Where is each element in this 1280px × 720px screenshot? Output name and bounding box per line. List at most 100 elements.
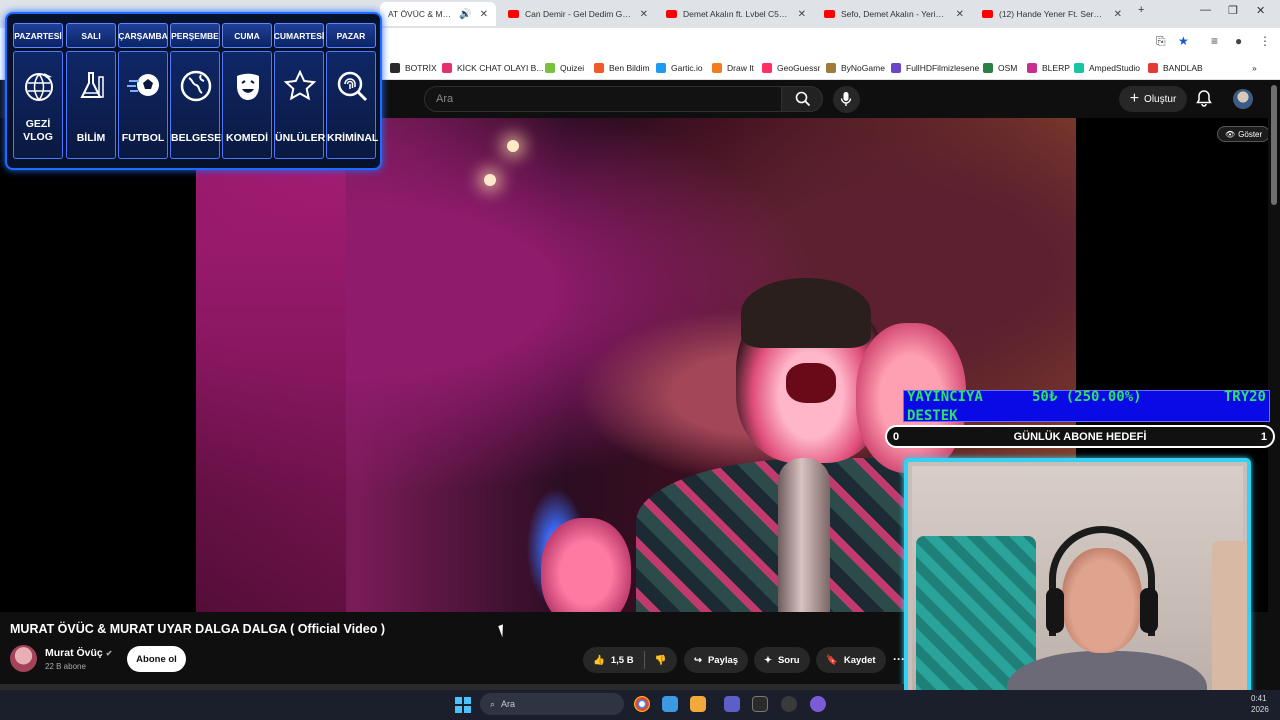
taskbar-clock[interactable]: 0:41 2026 xyxy=(1251,693,1269,715)
bookmark-star-icon[interactable]: ★ xyxy=(1178,34,1189,48)
file-explorer-icon[interactable] xyxy=(690,696,706,712)
subscriber-goal-bar: 0 GÜNLÜK ABONE HEDEFİ 1 xyxy=(885,425,1275,448)
tab-title: (12) Hande Yener Ft. Serdar Ort xyxy=(999,9,1106,19)
notifications-bell-icon[interactable] xyxy=(1196,89,1212,107)
more-bookmarks-icon[interactable]: » xyxy=(1252,61,1257,75)
more-actions-icon[interactable]: ··· xyxy=(893,652,905,666)
like-count[interactable]: 1,5 B xyxy=(611,655,634,666)
bookmark-bynogame[interactable]: ByNoGame xyxy=(826,61,885,75)
bookmark-botrix[interactable]: BOTRİX xyxy=(390,61,437,75)
bookmark-draw-it[interactable]: Draw It xyxy=(712,61,754,75)
app-icon[interactable] xyxy=(810,696,826,712)
subscribe-button[interactable]: Abone ol xyxy=(127,646,186,672)
sparkle-icon: ✦ xyxy=(764,654,772,666)
bookmark-fullhdfilm[interactable]: FullHDFilmizlesene xyxy=(891,61,979,75)
subscriber-count: 22 B abone xyxy=(45,662,86,671)
webcam-overlay xyxy=(904,458,1251,720)
media-control-icon[interactable]: ≡ xyxy=(1211,34,1218,48)
day-saturday: CUMARTESİ xyxy=(274,23,324,48)
day-friday: CUMA xyxy=(222,23,272,48)
mouse-cursor xyxy=(498,622,512,638)
account-avatar[interactable] xyxy=(1233,89,1253,109)
genre-comedy: KOMEDİ xyxy=(222,51,272,159)
fullhdfilm-icon xyxy=(891,63,901,73)
tab-can-demir[interactable]: Can Demir - Gel Dedim Geldin ✕ xyxy=(500,2,656,26)
channel-name[interactable]: Murat Övüç ✔ xyxy=(45,647,112,659)
headset-ear-cup xyxy=(1140,588,1158,633)
photos-icon[interactable] xyxy=(662,696,678,712)
windows-start-icon[interactable] xyxy=(455,697,471,713)
like-dislike-group: 👍 1,5 B 👎 xyxy=(583,647,677,673)
maximize-icon[interactable]: ❐ xyxy=(1228,4,1238,17)
tab-active[interactable]: AT ÖVÜC & MURAT U 🔊 ✕ xyxy=(380,2,496,26)
new-tab-icon[interactable]: + xyxy=(1138,4,1144,16)
search-button[interactable] xyxy=(781,86,823,112)
bynogame-icon xyxy=(826,63,836,73)
genre-label: GEZİ VLOG xyxy=(23,118,53,143)
ask-button[interactable]: ✦ Soru xyxy=(754,647,810,673)
bookmark-blerp[interactable]: BLERP xyxy=(1027,61,1070,75)
bookmark-osm[interactable]: OSM xyxy=(983,61,1017,75)
close-tab-icon[interactable]: ✕ xyxy=(480,9,488,20)
voice-search-button[interactable] xyxy=(833,86,860,113)
bookmark-bandlab[interactable]: BANDLAB xyxy=(1148,61,1203,75)
epic-games-icon[interactable] xyxy=(752,696,768,712)
taskbar-search[interactable]: ⌕ Ara xyxy=(480,693,624,715)
minimize-icon[interactable]: — xyxy=(1200,4,1211,16)
obs-icon[interactable] xyxy=(781,696,797,712)
close-window-icon[interactable]: ✕ xyxy=(1256,4,1265,17)
show-button[interactable]: 👁 Göster xyxy=(1217,126,1268,142)
quizei-icon xyxy=(545,63,555,73)
chrome-icon[interactable] xyxy=(634,696,650,712)
draw-it-icon xyxy=(712,63,722,73)
thumbs-up-icon[interactable]: 👍 xyxy=(593,655,605,666)
clock-date: 2026 xyxy=(1251,705,1269,714)
search-input[interactable]: Ara xyxy=(424,86,782,112)
tab-hande-yener[interactable]: (12) Hande Yener Ft. Serdar Ort ✕ xyxy=(974,2,1130,26)
bookmark-quizei[interactable]: Quizei xyxy=(545,61,584,75)
donation-label-line2: DESTEK xyxy=(907,408,958,424)
search-icon xyxy=(795,91,811,107)
fingerprint-magnifier-icon xyxy=(337,71,368,102)
bookmark-gartic[interactable]: Gartic.io xyxy=(656,61,703,75)
bookmark-label: Quizei xyxy=(560,63,585,73)
profile-icon[interactable]: ● xyxy=(1235,34,1242,48)
share-button[interactable]: ↪ Paylaş xyxy=(684,647,749,673)
globe-plane-icon xyxy=(25,73,53,101)
genre-travel-vlog: GEZİ VLOG xyxy=(13,51,63,159)
menu-icon[interactable]: ⋮ xyxy=(1259,34,1271,48)
thumbs-down-icon[interactable]: 👎 xyxy=(655,655,667,666)
day-monday: PAZARTESİ xyxy=(13,23,63,48)
close-tab-icon[interactable]: ✕ xyxy=(640,9,648,20)
bookmark-kick-chat[interactable]: KİCK CHAT OLAYI B... xyxy=(442,61,543,75)
bookmark-label: Gartic.io xyxy=(671,63,703,73)
youtube-icon xyxy=(982,10,993,18)
page-scrollbar[interactable] xyxy=(1271,85,1277,205)
speaker-icon[interactable]: 🔊 xyxy=(459,9,471,20)
close-tab-icon[interactable]: ✕ xyxy=(956,9,964,20)
genre-documentary: BELGESEL xyxy=(170,51,228,159)
tab-sefo[interactable]: Sefo, Demet Akalın - Yerinde D ✕ xyxy=(816,2,972,26)
close-tab-icon[interactable]: ✕ xyxy=(798,9,806,20)
bandlab-icon xyxy=(1148,63,1158,73)
singer-hair xyxy=(741,278,871,348)
bookmark-ampedstudio[interactable]: AmpedStudio xyxy=(1074,61,1140,75)
stream-schedule-overlay: PAZARTESİ SALI ÇARŞAMBA PERŞEMBE CUMA CU… xyxy=(5,12,382,170)
bookmark-ben-bildim[interactable]: Ben Bildim xyxy=(594,61,650,75)
singer-hand xyxy=(541,518,631,612)
bookmark-geoguessr[interactable]: GeoGuessr xyxy=(762,61,820,75)
save-label: Kaydet xyxy=(843,654,876,666)
close-tab-icon[interactable]: ✕ xyxy=(1114,9,1122,20)
tab-title: Demet Akalın ft. Lvbel C5 - Bev xyxy=(683,9,790,19)
save-button[interactable]: 🔖 Kaydet xyxy=(816,647,886,673)
donation-goal: TRY20 xyxy=(1223,389,1266,405)
create-button[interactable]: + Oluştur xyxy=(1119,86,1187,112)
goal-current: 0 xyxy=(893,430,900,443)
channel-avatar[interactable] xyxy=(10,645,37,672)
teams-icon[interactable] xyxy=(724,696,740,712)
genre-label: BİLİM xyxy=(76,132,106,144)
install-app-icon[interactable]: ⎘ xyxy=(1156,34,1166,49)
tab-demet-akalin[interactable]: Demet Akalın ft. Lvbel C5 - Bev ✕ xyxy=(658,2,814,26)
share-icon: ↪ xyxy=(694,654,702,666)
bookmark-label: BLERP xyxy=(1042,63,1070,73)
